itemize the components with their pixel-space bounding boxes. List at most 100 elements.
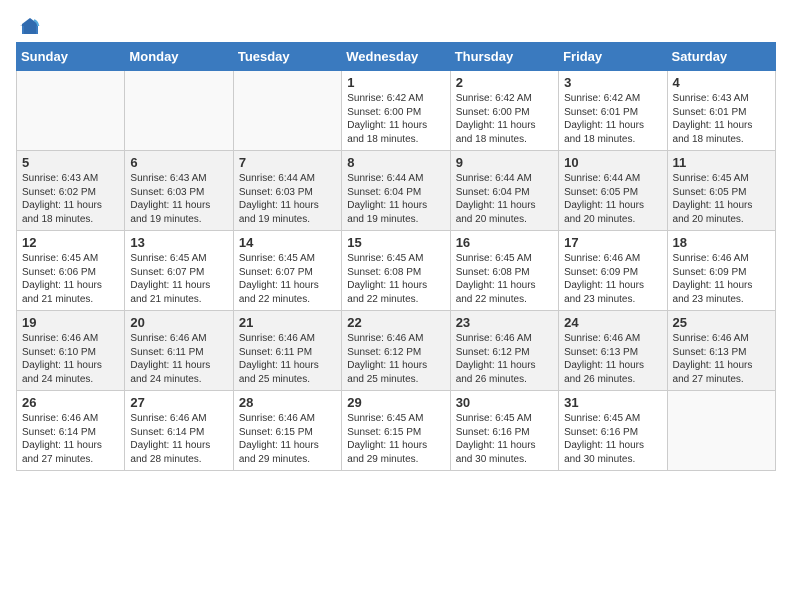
calendar-table: SundayMondayTuesdayWednesdayThursdayFrid…: [16, 42, 776, 471]
day-cell: 22Sunrise: 6:46 AM Sunset: 6:12 PM Dayli…: [342, 311, 450, 391]
day-cell: 18Sunrise: 6:46 AM Sunset: 6:09 PM Dayli…: [667, 231, 775, 311]
day-info: Sunrise: 6:45 AM Sunset: 6:16 PM Dayligh…: [456, 412, 553, 466]
day-info: Sunrise: 6:46 AM Sunset: 6:15 PM Dayligh…: [239, 412, 336, 466]
day-number: 1: [347, 75, 444, 90]
day-cell: 16 Sunrise: 6:45 AM Sunset: 6:08 PM Dayli…: [450, 231, 558, 311]
week-row-3: 12Sunrise: 6:45 AM Sunset: 6:06 PM Dayli…: [17, 231, 776, 311]
day-info: Sunrise: 6:43 AM Sunset: 6:02 PM Dayligh…: [22, 172, 119, 226]
day-info: Sunrise: 6:45 AM Sunset: 6:15 PM Dayligh…: [347, 412, 444, 466]
logo: [16, 16, 42, 36]
day-cell: [667, 391, 775, 471]
day-cell: 27Sunrise: 6:46 AM Sunset: 6:14 PM Dayli…: [125, 391, 233, 471]
day-info: Sunrise: 6:45 AM Sunset: 6:05 PM Dayligh…: [673, 172, 770, 226]
day-header-thursday: Thursday: [450, 43, 558, 71]
day-header-tuesday: Tuesday: [233, 43, 341, 71]
day-header-wednesday: Wednesday: [342, 43, 450, 71]
day-info: Sunrise: 6:42 AM Sunset: 6:00 PM Dayligh…: [456, 92, 553, 146]
day-number: 28: [239, 395, 336, 410]
day-number: 10: [564, 155, 661, 170]
day-number: 3: [564, 75, 661, 90]
day-info: Sunrise: 6:42 AM Sunset: 6:01 PM Dayligh…: [564, 92, 661, 146]
day-cell: 7Sunrise: 6:44 AM Sunset: 6:03 PM Daylig…: [233, 151, 341, 231]
day-number: 16: [456, 235, 553, 250]
day-number: 30: [456, 395, 553, 410]
day-cell: 8 Sunrise: 6:44 AM Sunset: 6:04 PM Daylig…: [342, 151, 450, 231]
day-cell: 29 Sunrise: 6:45 AM Sunset: 6:15 PM Dayli…: [342, 391, 450, 471]
day-number: 4: [673, 75, 770, 90]
day-cell: 6Sunrise: 6:43 AM Sunset: 6:03 PM Daylig…: [125, 151, 233, 231]
day-cell: 4 Sunrise: 6:43 AM Sunset: 6:01 PM Daylig…: [667, 71, 775, 151]
day-number: 13: [130, 235, 227, 250]
day-info: Sunrise: 6:43 AM Sunset: 6:01 PM Dayligh…: [673, 92, 770, 146]
day-cell: 21 Sunrise: 6:46 AM Sunset: 6:11 PM Dayli…: [233, 311, 341, 391]
day-number: 7: [239, 155, 336, 170]
day-number: 23: [456, 315, 553, 330]
day-info: Sunrise: 6:46 AM Sunset: 6:12 PM Dayligh…: [347, 332, 444, 386]
day-cell: 31Sunrise: 6:45 AM Sunset: 6:16 PM Dayli…: [559, 391, 667, 471]
day-cell: 24 Sunrise: 6:46 AM Sunset: 6:13 PM Dayli…: [559, 311, 667, 391]
day-info: Sunrise: 6:44 AM Sunset: 6:05 PM Dayligh…: [564, 172, 661, 226]
day-cell: 26Sunrise: 6:46 AM Sunset: 6:14 PM Dayli…: [17, 391, 125, 471]
day-info: Sunrise: 6:45 AM Sunset: 6:07 PM Dayligh…: [239, 252, 336, 306]
day-cell: 10 Sunrise: 6:44 AM Sunset: 6:05 PM Dayli…: [559, 151, 667, 231]
day-header-friday: Friday: [559, 43, 667, 71]
day-info: Sunrise: 6:46 AM Sunset: 6:13 PM Dayligh…: [564, 332, 661, 386]
day-header-saturday: Saturday: [667, 43, 775, 71]
day-cell: 20 Sunrise: 6:46 AM Sunset: 6:11 PM Dayli…: [125, 311, 233, 391]
page-header: [16, 16, 776, 36]
day-cell: 1 Sunrise: 6:42 AM Sunset: 6:00 PM Daylig…: [342, 71, 450, 151]
day-info: Sunrise: 6:42 AM Sunset: 6:00 PM Dayligh…: [347, 92, 444, 146]
day-cell: 9 Sunrise: 6:44 AM Sunset: 6:04 PM Daylig…: [450, 151, 558, 231]
day-info: Sunrise: 6:46 AM Sunset: 6:13 PM Dayligh…: [673, 332, 770, 386]
day-cell: 28 Sunrise: 6:46 AM Sunset: 6:15 PM Dayli…: [233, 391, 341, 471]
day-number: 2: [456, 75, 553, 90]
day-number: 19: [22, 315, 119, 330]
day-cell: 25 Sunrise: 6:46 AM Sunset: 6:13 PM Dayli…: [667, 311, 775, 391]
day-info: Sunrise: 6:45 AM Sunset: 6:08 PM Dayligh…: [456, 252, 553, 306]
day-cell: 5 Sunrise: 6:43 AM Sunset: 6:02 PM Daylig…: [17, 151, 125, 231]
day-number: 26: [22, 395, 119, 410]
calendar-header: SundayMondayTuesdayWednesdayThursdayFrid…: [17, 43, 776, 71]
day-cell: 11 Sunrise: 6:45 AM Sunset: 6:05 PM Dayli…: [667, 151, 775, 231]
day-info: Sunrise: 6:44 AM Sunset: 6:04 PM Dayligh…: [456, 172, 553, 226]
day-cell: 2 Sunrise: 6:42 AM Sunset: 6:00 PM Daylig…: [450, 71, 558, 151]
day-info: Sunrise: 6:45 AM Sunset: 6:06 PM Dayligh…: [22, 252, 119, 306]
day-cell: [233, 71, 341, 151]
logo-icon: [20, 16, 40, 36]
day-header-sunday: Sunday: [17, 43, 125, 71]
day-info: Sunrise: 6:44 AM Sunset: 6:04 PM Dayligh…: [347, 172, 444, 226]
day-info: Sunrise: 6:46 AM Sunset: 6:11 PM Dayligh…: [130, 332, 227, 386]
week-row-2: 5 Sunrise: 6:43 AM Sunset: 6:02 PM Daylig…: [17, 151, 776, 231]
days-of-week-row: SundayMondayTuesdayWednesdayThursdayFrid…: [17, 43, 776, 71]
week-row-5: 26 Sunrise: 6:46 AM Sunset: 6:14 PM Dayli…: [17, 391, 776, 471]
day-info: Sunrise: 6:46 AM Sunset: 6:12 PM Dayligh…: [456, 332, 553, 386]
day-cell: 3 Sunrise: 6:42 AM Sunset: 6:01 PM Daylig…: [559, 71, 667, 151]
day-info: Sunrise: 6:45 AM Sunset: 6:16 PM Dayligh…: [564, 412, 661, 466]
day-number: 21: [239, 315, 336, 330]
day-number: 14: [239, 235, 336, 250]
day-number: 5: [22, 155, 119, 170]
day-info: Sunrise: 6:45 AM Sunset: 6:08 PM Dayligh…: [347, 252, 444, 306]
day-number: 6: [130, 155, 227, 170]
day-number: 11: [673, 155, 770, 170]
day-cell: 30 Sunrise: 6:45 AM Sunset: 6:16 PM Dayli…: [450, 391, 558, 471]
day-number: 25: [673, 315, 770, 330]
day-cell: [17, 71, 125, 151]
day-number: 15: [347, 235, 444, 250]
day-number: 8: [347, 155, 444, 170]
day-cell: 15 Sunrise: 6:45 AM Sunset: 6:08 PM Dayli…: [342, 231, 450, 311]
day-number: 24: [564, 315, 661, 330]
day-cell: 19 Sunrise: 6:46 AM Sunset: 6:10 PM Dayli…: [17, 311, 125, 391]
day-number: 29: [347, 395, 444, 410]
day-info: Sunrise: 6:46 AM Sunset: 6:10 PM Dayligh…: [22, 332, 119, 386]
day-cell: 23 Sunrise: 6:46 AM Sunset: 6:12 PM Dayli…: [450, 311, 558, 391]
day-number: 18: [673, 235, 770, 250]
day-info: Sunrise: 6:45 AM Sunset: 6:07 PM Dayligh…: [130, 252, 227, 306]
week-row-4: 19 Sunrise: 6:46 AM Sunset: 6:10 PM Dayli…: [17, 311, 776, 391]
day-info: Sunrise: 6:46 AM Sunset: 6:14 PM Dayligh…: [130, 412, 227, 466]
day-number: 20: [130, 315, 227, 330]
day-cell: [125, 71, 233, 151]
day-info: Sunrise: 6:46 AM Sunset: 6:11 PM Dayligh…: [239, 332, 336, 386]
day-number: 9: [456, 155, 553, 170]
week-row-1: 1 Sunrise: 6:42 AM Sunset: 6:00 PM Daylig…: [17, 71, 776, 151]
